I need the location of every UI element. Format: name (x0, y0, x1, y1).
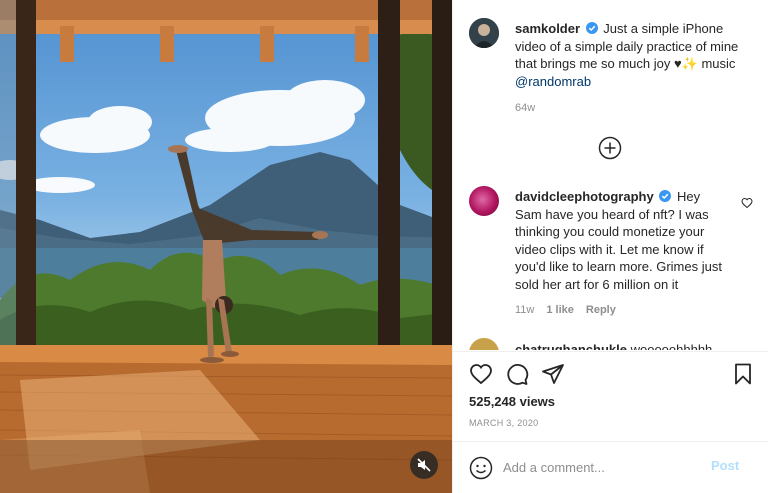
paper-plane-icon (542, 364, 564, 384)
reply-button[interactable]: Reply (586, 304, 616, 316)
view-count[interactable]: 525,248 views (469, 394, 555, 409)
post-sidebar: samkolder Just a simple iPhone video of … (452, 0, 768, 493)
comment-like-button[interactable] (741, 196, 753, 214)
divider (453, 351, 768, 352)
mute-button[interactable] (410, 451, 438, 479)
commenter-username[interactable]: chatrughanchukle (515, 342, 627, 350)
comment-text: davidcleephotography Hey Sam have you he… (515, 188, 725, 293)
author-avatar[interactable] (469, 18, 499, 48)
author-username[interactable]: samkolder (515, 21, 580, 36)
post-comment-button[interactable]: Post (711, 458, 739, 473)
commenter-avatar[interactable] (469, 186, 499, 216)
like-button[interactable] (469, 362, 493, 391)
comment-age[interactable]: 11w (515, 304, 534, 316)
post-video[interactable] (0, 0, 452, 493)
emoji-button[interactable] (469, 456, 493, 485)
comment-likes[interactable]: 1 like (546, 304, 574, 316)
comments-list[interactable]: samkolder Just a simple iPhone video of … (453, 0, 768, 350)
comment-body: wooooohhhhh (630, 342, 713, 350)
comment-composer: Post (453, 442, 768, 493)
speaker-muted-icon (417, 458, 431, 472)
bookmark-icon (735, 363, 751, 385)
comment-button[interactable] (505, 362, 529, 391)
caption-mention[interactable]: @randomrab (515, 74, 591, 89)
comment-bubble-icon (507, 364, 529, 385)
load-more-comments-button[interactable] (598, 136, 622, 165)
post-date[interactable]: MARCH 3, 2020 (469, 418, 538, 428)
caption-text: samkolder Just a simple iPhone video of … (515, 20, 743, 90)
heart-icon (470, 364, 492, 385)
comment-body: Hey Sam have you heard of nft? I was thi… (515, 189, 722, 292)
post-actions (467, 362, 757, 388)
comment-item-partial: chatrughanchukle wooooohhhhh (469, 338, 768, 350)
share-button[interactable] (541, 362, 565, 391)
video-frame (0, 0, 452, 493)
commenter-avatar[interactable] (469, 338, 499, 350)
plus-circle-icon (598, 136, 622, 160)
smiley-icon (469, 456, 493, 480)
caption-age[interactable]: 64w (515, 102, 535, 114)
comment-input[interactable] (503, 456, 703, 478)
comment-meta: 11w 1 like Reply (515, 304, 616, 316)
verified-badge-icon (659, 190, 672, 202)
heart-icon (741, 197, 753, 209)
instagram-post-dialog: samkolder Just a simple iPhone video of … (0, 0, 768, 493)
verified-badge-icon (585, 22, 598, 34)
commenter-username[interactable]: davidcleephotography (515, 189, 654, 204)
save-button[interactable] (731, 362, 755, 391)
